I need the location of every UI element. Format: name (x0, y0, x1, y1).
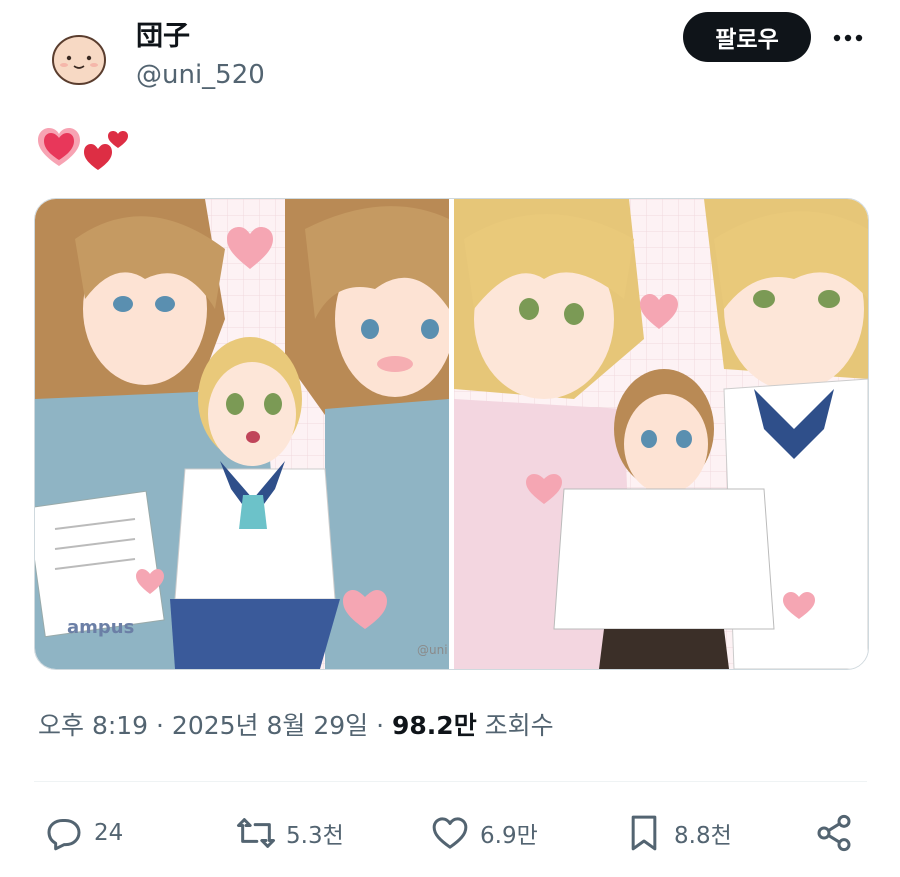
bookmark-icon (631, 815, 657, 851)
share-icon (817, 814, 851, 852)
heart-icon (432, 817, 468, 849)
more-dots-icon (833, 34, 863, 42)
bookmark-button[interactable]: 8.8천 (624, 806, 732, 860)
post-text (38, 126, 134, 172)
repost-count: 5.3천 (286, 823, 344, 849)
post-metadata: 오후 8:19 · 2025년 8월 29일 · 98.2만 조회수 (38, 706, 554, 742)
view-count: 98.2만 (392, 711, 477, 740)
more-options-button[interactable] (828, 24, 868, 52)
dango-face-avatar-icon (52, 35, 106, 85)
like-button[interactable]: 6.9만 (430, 806, 538, 860)
divider (34, 781, 867, 782)
avatar[interactable] (38, 14, 120, 96)
follow-button[interactable]: 팔로우 (683, 12, 811, 62)
image-watermark: @uni (417, 643, 448, 657)
user-handle[interactable]: @uni_520 (136, 60, 265, 90)
bookmark-count: 8.8천 (674, 823, 732, 849)
reply-icon (47, 819, 81, 851)
post-timestamp[interactable]: 오후 8:19 · 2025년 8월 29일 · (38, 711, 392, 740)
display-name[interactable]: 団子 (136, 14, 190, 53)
media-image-right[interactable] (454, 199, 868, 669)
reply-button[interactable]: 24 (44, 806, 123, 860)
like-count: 6.9만 (480, 823, 538, 849)
media-gallery: @uni ampus (34, 198, 869, 670)
reply-count: 24 (94, 820, 124, 846)
share-button[interactable] (814, 806, 854, 860)
notebook-brand-text: ampus (67, 617, 135, 638)
media-image-left[interactable]: @uni ampus (35, 199, 449, 669)
repost-icon (237, 818, 275, 848)
pink-heart-emoji (38, 128, 80, 166)
view-count-label: 조회수 (476, 711, 554, 740)
repost-button[interactable]: 5.3천 (236, 806, 344, 860)
action-bar: 24 5.3천 6.9만 8.8천 (0, 806, 900, 860)
two-hearts-emoji (84, 131, 128, 170)
